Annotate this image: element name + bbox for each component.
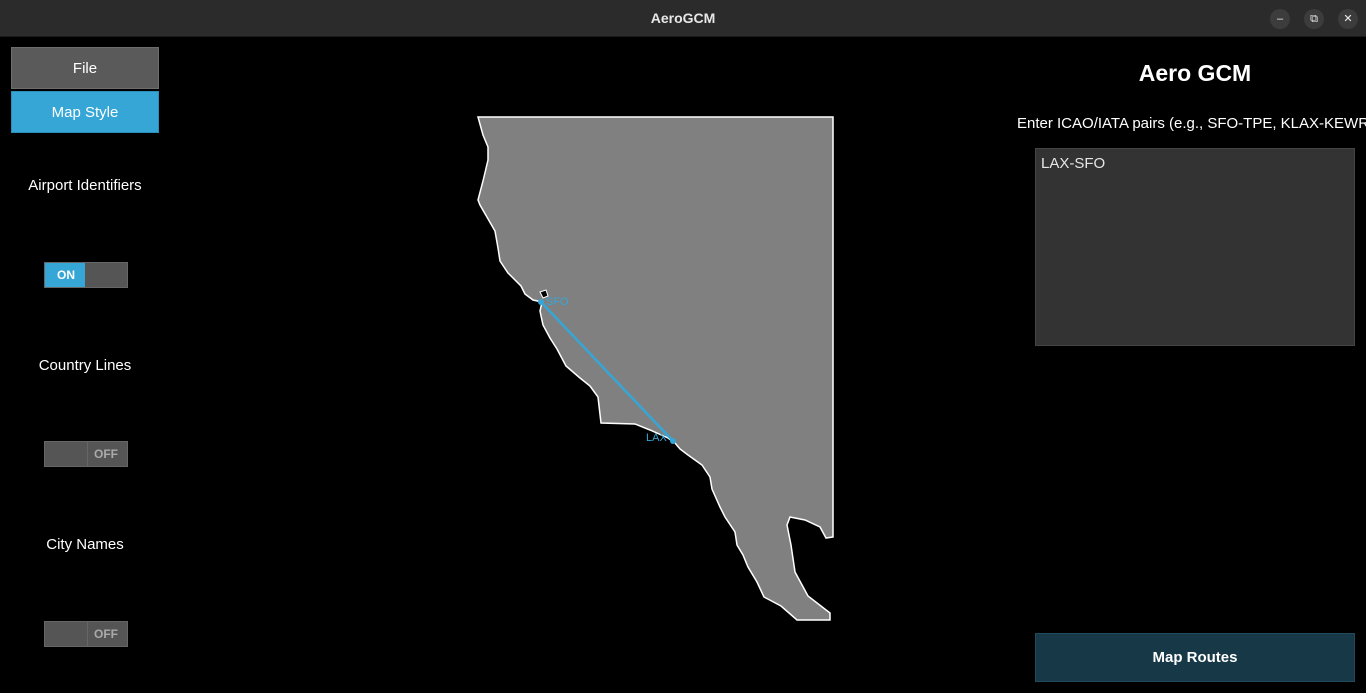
minimize-icon[interactable]: – xyxy=(1270,9,1290,29)
close-icon[interactable]: ✕ xyxy=(1338,9,1358,29)
airport-identifiers-label: Airport Identifiers xyxy=(28,177,142,194)
route-map[interactable]: SFO LAX xyxy=(470,110,850,630)
window-title: AeroGCM xyxy=(650,10,716,26)
country-lines-label: Country Lines xyxy=(38,357,132,374)
map-routes-button[interactable]: Map Routes xyxy=(1035,633,1355,682)
toggle-knob xyxy=(45,442,88,466)
sfo-marker xyxy=(538,299,544,305)
toggle-knob xyxy=(85,263,127,287)
lax-airport-label: LAX xyxy=(646,432,667,444)
app-title: Aero GCM xyxy=(1138,60,1252,86)
sfo-airport-label: SFO xyxy=(546,296,569,308)
route-hint-label: Enter ICAO/IATA pairs (e.g., SFO-TPE, KL… xyxy=(1017,115,1366,132)
toggle-state-text: ON xyxy=(45,263,87,287)
toggle-knob xyxy=(45,622,88,646)
california-landmass xyxy=(477,116,834,621)
toggle-state-text: OFF xyxy=(94,447,118,461)
country-lines-toggle[interactable]: OFF xyxy=(44,441,128,467)
title-bar: AeroGCM – ⧉ ✕ xyxy=(0,0,1366,37)
airport-identifiers-toggle[interactable]: ON xyxy=(44,262,128,288)
city-names-toggle[interactable]: OFF xyxy=(44,621,128,647)
maximize-icon[interactable]: ⧉ xyxy=(1304,9,1324,29)
map-style-button[interactable]: Map Style xyxy=(11,91,159,133)
route-pairs-input[interactable]: LAX-SFO xyxy=(1035,148,1355,346)
city-names-label: City Names xyxy=(46,536,124,553)
lax-marker xyxy=(670,438,676,444)
toggle-state-text: OFF xyxy=(94,627,118,641)
file-button[interactable]: File xyxy=(11,47,159,89)
